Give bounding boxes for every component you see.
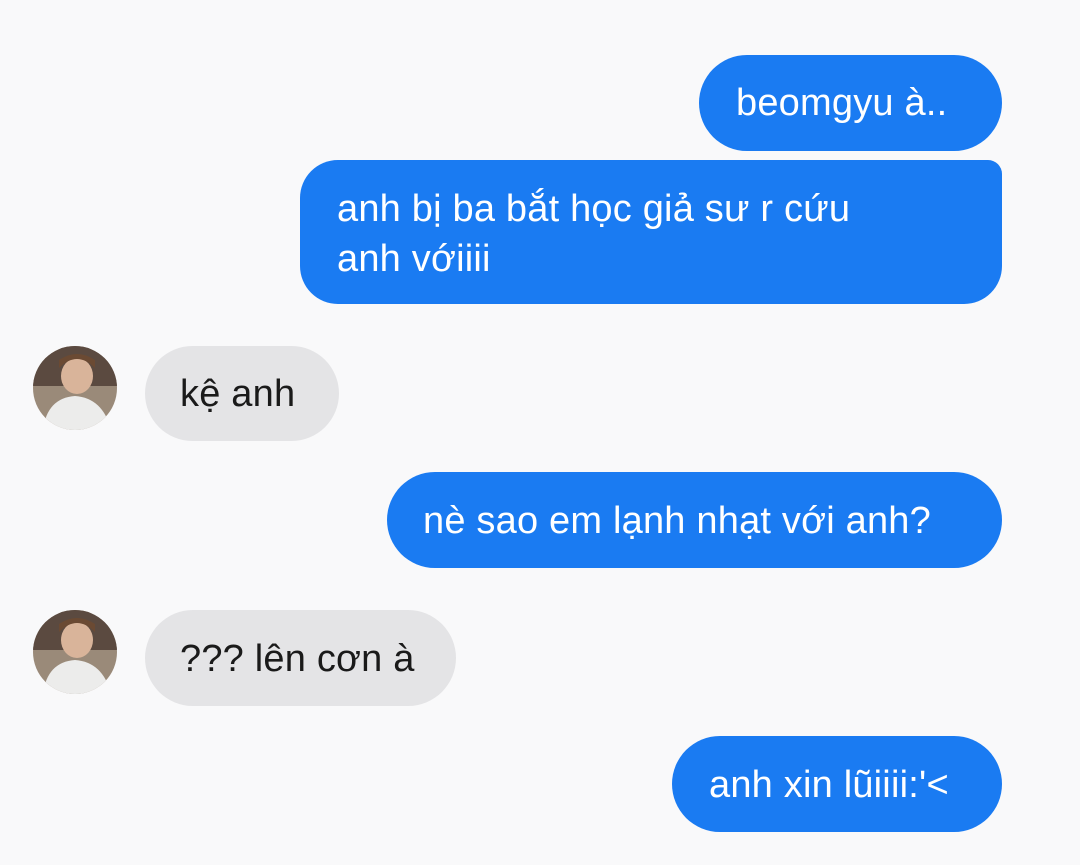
- avatar-photo-icon: [33, 346, 117, 430]
- chat-thread: beomgyu à.. anh bị ba bắt học giả sư r c…: [0, 0, 1080, 865]
- outgoing-message[interactable]: beomgyu à..: [699, 55, 1002, 151]
- avatar-photo-icon: [33, 610, 117, 694]
- outgoing-message[interactable]: anh bị ba bắt học giả sư r cứu anh vớiii…: [300, 160, 1002, 304]
- outgoing-message[interactable]: anh xin lũiiii:'<: [672, 736, 1002, 832]
- contact-avatar[interactable]: [33, 346, 117, 430]
- outgoing-message[interactable]: nè sao em lạnh nhạt với anh?: [387, 472, 1002, 568]
- contact-avatar[interactable]: [33, 610, 117, 694]
- incoming-message[interactable]: ??? lên cơn à: [145, 610, 456, 706]
- incoming-message[interactable]: kệ anh: [145, 346, 339, 441]
